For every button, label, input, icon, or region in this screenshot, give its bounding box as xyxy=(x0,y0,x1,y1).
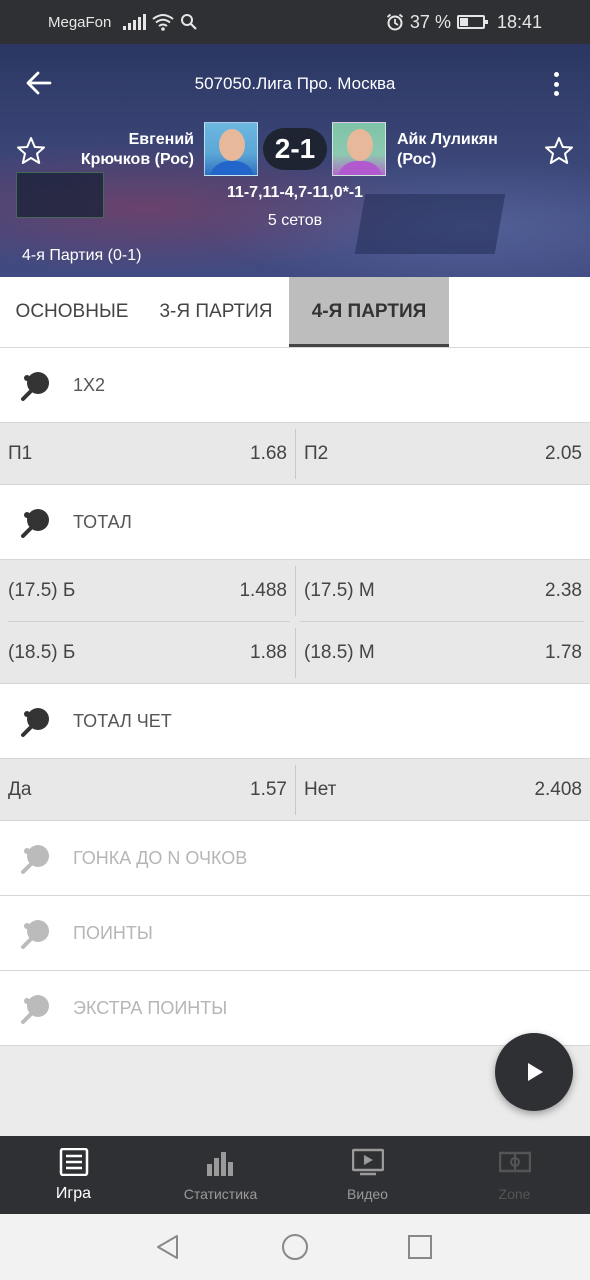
market-tabs: ОСНОВНЫЕ 3-Я ПАРТИЯ 4-Я ПАРТИЯ xyxy=(0,277,590,348)
odds-row: (17.5) Б 1.488 (17.5) М 2.38 xyxy=(0,560,590,622)
table-tennis-paddle-icon xyxy=(21,509,49,538)
more-menu-icon[interactable] xyxy=(544,70,568,98)
market-header-points[interactable]: ПОИНТЫ xyxy=(0,896,590,971)
back-arrow-icon[interactable] xyxy=(24,68,54,98)
wifi-icon xyxy=(152,14,174,31)
background-scoreboard-image xyxy=(16,172,104,218)
player2-avatar xyxy=(332,122,386,176)
match-score: 2-1 xyxy=(263,128,327,170)
table-tennis-paddle-icon xyxy=(21,708,49,737)
sets-detail: 11-7,11-4,7-11,0*-1 xyxy=(226,184,364,201)
market-header-race-to-n[interactable]: ГОНКА ДО N ОЧКОВ xyxy=(0,821,590,896)
table-tennis-paddle-icon xyxy=(21,372,49,401)
odds-row: П1 1.68 П2 2.05 xyxy=(0,423,590,485)
current-period-label: 4-я Партия (0-1) xyxy=(22,247,142,264)
odds-cell-no[interactable]: Нет 2.408 xyxy=(296,759,590,821)
league-title: 507050.Лига Про. Москва xyxy=(194,74,396,93)
markets-list: 1X2 П1 1.68 П2 2.05 ТОТАЛ (17.5) Б 1.488… xyxy=(0,348,590,1046)
game-list-icon xyxy=(59,1148,89,1176)
odds-cell-over-17-5[interactable]: (17.5) Б 1.488 xyxy=(0,560,295,622)
odds-row: Да 1.57 Нет 2.408 xyxy=(0,759,590,821)
market-header-total[interactable]: ТОТАЛ xyxy=(0,485,590,560)
table-tennis-paddle-icon xyxy=(21,845,49,874)
market-title: 1X2 xyxy=(73,375,106,395)
market-header-extra-points[interactable]: ЭКСТРА ПОИНТЫ xyxy=(0,971,590,1046)
player1-name: Евгений Крючков (Рос) xyxy=(80,131,194,168)
market-title: ТОТАЛ xyxy=(73,512,132,532)
favorite-star-icon-player2[interactable] xyxy=(544,136,574,166)
table-tennis-paddle-icon xyxy=(21,995,49,1024)
play-icon xyxy=(528,1063,543,1081)
odds-cell-p1[interactable]: П1 1.68 xyxy=(0,423,295,485)
system-recents-icon[interactable] xyxy=(405,1232,435,1262)
match-header: 507050.Лига Про. Москва Евгений Крючков … xyxy=(0,44,590,277)
market-header-1x2[interactable]: 1X2 xyxy=(0,348,590,423)
battery-icon xyxy=(456,15,488,29)
bottom-navigation: Игра Статистика Видео Zone xyxy=(0,1136,590,1214)
odds-cell-under-18-5[interactable]: (18.5) М 1.78 xyxy=(296,622,590,684)
market-title: ЭКСТРА ПОИНТЫ xyxy=(73,998,228,1018)
nav-zone[interactable]: Zone xyxy=(441,1136,588,1214)
status-bar: MegaFon 37 % 18:41 xyxy=(0,0,590,44)
player1-avatar xyxy=(204,122,258,176)
market-title: ГОНКА ДО N ОЧКОВ xyxy=(73,848,248,868)
bar-chart-icon xyxy=(207,1152,233,1176)
tab-set-3[interactable]: 3-Я ПАРТИЯ xyxy=(144,277,288,347)
market-header-total-even[interactable]: ТОТАЛ ЧЕТ xyxy=(0,684,590,759)
search-icon xyxy=(181,14,198,30)
signal-icon xyxy=(123,14,147,30)
favorite-star-icon-player1[interactable] xyxy=(16,136,46,166)
odds-row: (18.5) Б 1.88 (18.5) М 1.78 xyxy=(0,622,590,684)
market-title: ТОТАЛ ЧЕТ xyxy=(73,711,172,731)
play-video-button[interactable] xyxy=(495,1033,573,1111)
system-navigation-bar xyxy=(0,1214,590,1280)
odds-cell-over-18-5[interactable]: (18.5) Б 1.88 xyxy=(0,622,295,684)
carrier-name: MegaFon xyxy=(48,13,112,31)
table-tennis-paddle-icon xyxy=(21,920,49,949)
odds-cell-under-17-5[interactable]: (17.5) М 2.38 xyxy=(296,560,590,622)
odds-cell-p2[interactable]: П2 2.05 xyxy=(296,423,590,485)
tab-main[interactable]: ОСНОВНЫЕ xyxy=(0,277,144,347)
nav-statistics[interactable]: Статистика xyxy=(147,1136,294,1214)
market-title: ПОИНТЫ xyxy=(73,923,153,943)
alarm-icon xyxy=(386,13,403,31)
system-home-icon[interactable] xyxy=(280,1232,310,1262)
tab-set-4[interactable]: 4-Я ПАРТИЯ xyxy=(289,277,449,347)
battery-percent: 37 % xyxy=(409,11,451,32)
nav-game[interactable]: Игра xyxy=(0,1136,147,1214)
tv-play-icon xyxy=(352,1148,384,1176)
nav-video[interactable]: Видео xyxy=(294,1136,441,1214)
clock: 18:41 xyxy=(496,11,542,32)
player2-name: Айк Луликян (Рос) xyxy=(397,131,498,168)
system-back-icon[interactable] xyxy=(153,1232,183,1262)
field-zone-icon xyxy=(499,1151,531,1173)
sets-count: 5 сетов xyxy=(267,212,323,229)
odds-cell-yes[interactable]: Да 1.57 xyxy=(0,759,295,821)
